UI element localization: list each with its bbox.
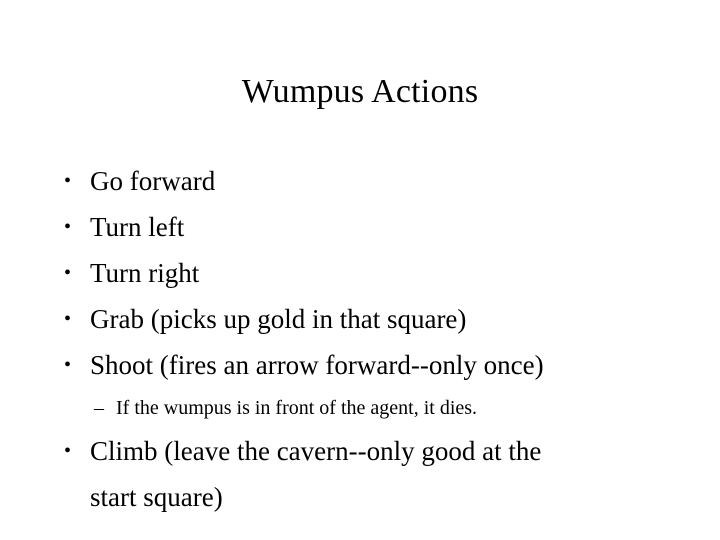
sub-action-list: – If the wumpus is in front of the agent… — [54, 388, 680, 428]
list-item-label: Turn left — [90, 212, 185, 242]
bullet-icon: • — [64, 308, 72, 330]
list-item-label: Grab (picks up gold in that square) — [90, 304, 467, 334]
sub-list-item-label: If the wumpus is in front of the agent, … — [116, 397, 478, 419]
slide-body: • Go forward • Turn left • Turn right • … — [54, 158, 680, 520]
list-item-label: Turn right — [90, 258, 200, 288]
list-item-label: Go forward — [90, 166, 216, 196]
list-item-label: Climb (leave the cavern--only good at th… — [90, 436, 542, 466]
list-item: • Shoot (fires an arrow forward--only on… — [54, 342, 680, 388]
list-item-label: Shoot (fires an arrow forward--only once… — [90, 350, 544, 380]
bullet-icon: • — [64, 262, 72, 284]
list-item: • Turn right — [54, 250, 680, 296]
bullet-icon: • — [64, 216, 72, 238]
bullet-icon: • — [64, 170, 72, 192]
list-item-label-continued: start square) — [90, 482, 223, 512]
page-title: Wumpus Actions — [241, 73, 479, 110]
list-item: • Grab (picks up gold in that square) — [54, 296, 680, 342]
list-item: • Turn left — [54, 204, 680, 250]
final-action-list: • Climb (leave the cavern--only good at … — [54, 428, 680, 520]
bullet-icon: • — [64, 354, 72, 376]
list-item: • Go forward — [54, 158, 680, 204]
slide: Wumpus Actions • Go forward • Turn left … — [0, 0, 720, 540]
list-item: • Climb (leave the cavern--only good at … — [54, 428, 680, 520]
sub-list-item: – If the wumpus is in front of the agent… — [54, 388, 680, 428]
action-list: • Go forward • Turn left • Turn right • … — [54, 158, 680, 388]
dash-icon: – — [94, 397, 104, 419]
bullet-icon: • — [64, 440, 72, 462]
